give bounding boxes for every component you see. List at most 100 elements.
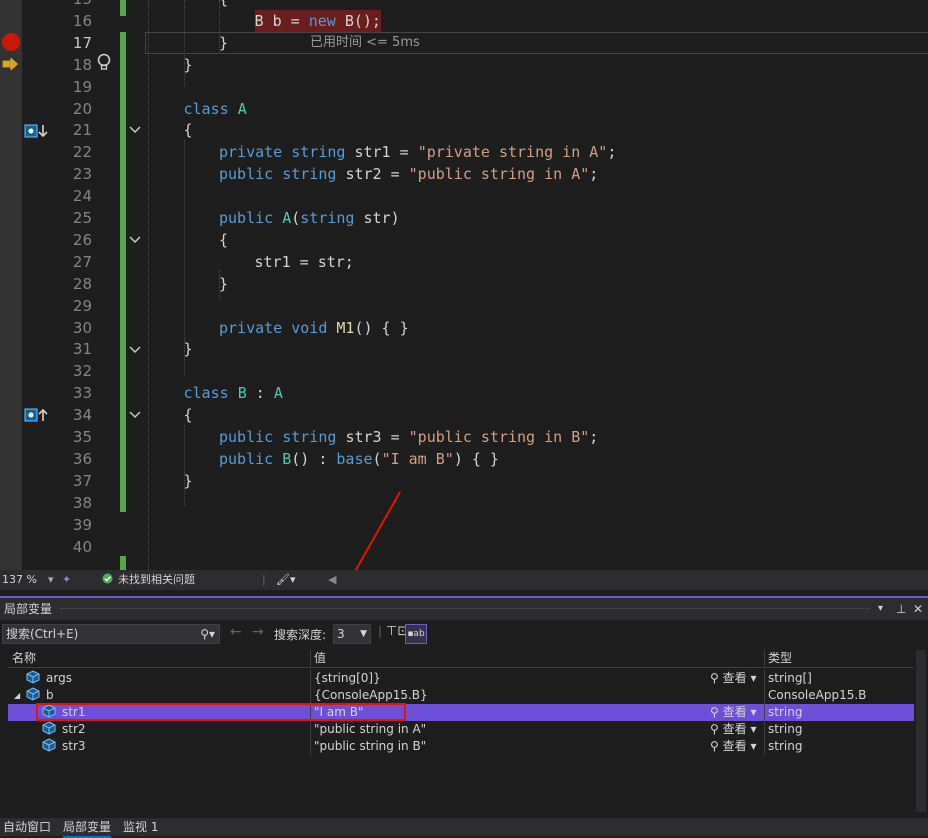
code-text: { (184, 404, 193, 426)
code-line[interactable]: 16 B b = new B(); (0, 9, 928, 32)
variable-value[interactable]: "public string in A" (314, 721, 426, 738)
raw-view-toggle-icon[interactable]: ▪ab (405, 624, 427, 644)
zoom-level[interactable]: 137 % (2, 570, 37, 590)
panel-menu-icon[interactable]: ▾ (878, 598, 883, 620)
code-token: { (183, 406, 193, 425)
expand-toggle-icon[interactable]: ◢ (14, 687, 20, 704)
view-button[interactable]: ⚲ 查看 ▾ (710, 704, 756, 721)
chevron-down-icon[interactable]: ▾ (747, 722, 756, 736)
code-line[interactable]: 18} (0, 54, 928, 76)
variable-icon (42, 721, 56, 738)
chevron-down-icon[interactable]: ▾ (747, 671, 756, 685)
chevron-down-icon[interactable]: ▾ (48, 570, 54, 590)
code-line[interactable]: 23 public string str2 = "public string in… (0, 163, 928, 185)
code-token: A (237, 99, 247, 118)
code-line[interactable]: 28} (0, 273, 928, 295)
table-row[interactable]: str2 "public string in A" ⚲ 查看 ▾ string (8, 721, 914, 738)
issues-ok-icon (102, 570, 113, 590)
code-line[interactable]: 40 (0, 536, 928, 558)
view-button[interactable]: ⚲ 查看 ▾ (710, 738, 756, 755)
code-line[interactable]: 36 public B() : base("I am B") { } (0, 448, 928, 470)
issues-status[interactable]: 未找到相关问题 (118, 570, 195, 590)
view-button[interactable]: ⚲ 查看 ▾ (710, 721, 756, 738)
code-line[interactable]: 22 private string str1 = "private string … (0, 141, 928, 163)
go-to-base-icon[interactable] (24, 407, 50, 427)
code-token: string (300, 209, 364, 227)
line-number: 26 (72, 230, 92, 249)
code-text: B b = new B(); (254, 9, 381, 32)
code-line[interactable]: 24 (0, 185, 928, 207)
panel-tab[interactable]: 自动窗口 (3, 818, 51, 836)
code-line[interactable]: 30 private void M1() { } (0, 317, 928, 339)
variable-value[interactable]: "public string in B" (314, 738, 426, 755)
scroll-left-icon[interactable]: ◀ (328, 570, 336, 590)
chevron-down-icon[interactable]: ▾ (747, 739, 756, 753)
chevron-down-icon[interactable]: ▾ (747, 705, 756, 719)
table-row[interactable]: str3 "public string in B" ⚲ 查看 ▾ string (8, 738, 914, 755)
fold-chevron-icon[interactable] (128, 229, 144, 251)
code-line[interactable]: 35 public string str3 = "public string in… (0, 426, 928, 448)
code-line[interactable]: 29 (0, 295, 928, 317)
code-text: public string str2 = "public string in A… (219, 163, 598, 185)
vertical-scrollbar[interactable] (916, 650, 926, 812)
code-line[interactable]: 38 (0, 492, 928, 514)
code-token: ; (607, 143, 617, 162)
breakpoint-icon[interactable] (2, 33, 20, 51)
lightbulb-icon[interactable] (96, 53, 112, 77)
search-placeholder: 搜索(Ctrl+E) (6, 627, 79, 641)
column-value[interactable]: 值 (314, 650, 326, 667)
go-to-derived-icon[interactable] (24, 123, 50, 143)
code-text: } (184, 470, 193, 492)
search-input[interactable]: 搜索(Ctrl+E) ⚲▾ (2, 624, 220, 644)
code-line[interactable]: 32 (0, 360, 928, 382)
pin-icon[interactable]: ⊥ (896, 598, 906, 620)
divider: | (262, 573, 266, 586)
code-line[interactable]: 20 class A (0, 98, 928, 120)
copilot-icon[interactable]: ✦ (62, 570, 71, 590)
brush-icon[interactable]: 🖌▾ (276, 570, 296, 590)
code-text: str1 = str; (255, 251, 354, 273)
code-token: } (183, 55, 193, 74)
code-token: private string (219, 143, 355, 162)
fold-chevron-icon[interactable] (128, 119, 144, 141)
variable-value[interactable]: {ConsoleApp15.B} (314, 687, 428, 704)
code-line[interactable]: 15 { (0, 0, 928, 10)
variable-name: args (46, 671, 72, 685)
code-line[interactable]: 17} 已用时间 <= 5ms (0, 31, 928, 54)
fold-chevron-icon[interactable] (128, 339, 144, 361)
back-icon[interactable]: ← (230, 624, 242, 640)
code-token: str2 = (345, 165, 409, 184)
column-name[interactable]: 名称 (12, 650, 36, 667)
code-line[interactable]: 33 class B : A (0, 382, 928, 404)
code-line[interactable]: 27 str1 = str; (0, 251, 928, 273)
table-row[interactable]: ◢ b {ConsoleApp15.B} ConsoleApp15.B (8, 687, 914, 704)
code-token: () : (291, 449, 337, 468)
code-token: new (308, 11, 345, 30)
fold-chevron-icon[interactable] (128, 404, 144, 426)
panel-tab[interactable]: 局部变量 (63, 818, 112, 838)
magnifier-icon: ⚲ (710, 705, 723, 719)
forward-icon[interactable]: → (252, 624, 264, 640)
code-line[interactable]: 37} (0, 470, 928, 492)
code-token: public string (219, 165, 346, 184)
table-row[interactable]: args {string[0]} ⚲ 查看 ▾ string[] (8, 670, 914, 687)
depth-select[interactable]: 3 ▼ (333, 624, 371, 644)
panel-tab[interactable]: 监视 1 (123, 818, 158, 836)
code-text: private void M1() { } (219, 317, 409, 339)
code-line[interactable]: 19 (0, 76, 928, 98)
variable-type: string (768, 739, 803, 753)
close-icon[interactable]: ✕ (913, 598, 923, 620)
search-icon[interactable]: ⚲▾ (200, 625, 215, 643)
view-button[interactable]: ⚲ 查看 ▾ (710, 670, 756, 687)
code-editor[interactable]: 15{16B b = new B();17}已用时间 <= 5ms18}1920… (0, 0, 928, 570)
code-text: public string str3 = "public string in B… (219, 426, 598, 448)
line-number: 30 (72, 318, 92, 337)
view-label: 查看 (722, 722, 747, 736)
code-line[interactable]: 25 public A(string str) (0, 207, 928, 229)
current-line-box (145, 31, 928, 54)
code-line[interactable]: 39 (0, 514, 928, 536)
line-number: 38 (72, 493, 92, 512)
variable-value[interactable]: {string[0]} (314, 670, 381, 687)
line-number: 21 (72, 121, 92, 140)
column-type[interactable]: 类型 (768, 650, 792, 667)
